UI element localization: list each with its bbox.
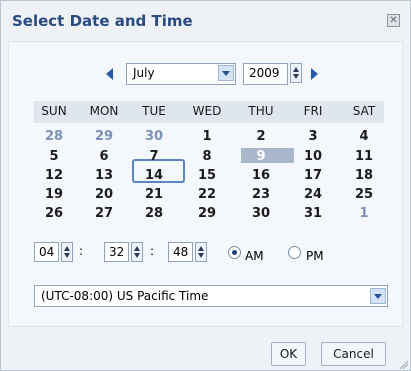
calendar-day[interactable]: 15: [184, 168, 230, 183]
second-input[interactable]: 48: [168, 242, 193, 262]
other-month-day[interactable]: 1: [341, 206, 387, 221]
resize-grip-icon[interactable]: [398, 359, 408, 369]
calendar-day[interactable]: 2: [238, 129, 284, 144]
spin-up-icon[interactable]: [134, 246, 140, 251]
calendar-day[interactable]: 14: [131, 168, 177, 183]
time-separator: :: [79, 244, 84, 258]
calendar-day[interactable]: 16: [238, 168, 284, 183]
month-select[interactable]: July: [126, 63, 236, 85]
dialog-titlebar: Select Date and Time ✕: [1, 1, 410, 41]
weekday-label: MON: [89, 104, 119, 118]
calendar-day[interactable]: 11: [341, 149, 387, 164]
calendar-day[interactable]: 4: [341, 129, 387, 144]
dialog-title: Select Date and Time: [12, 12, 193, 30]
calendar-day[interactable]: 7: [131, 149, 177, 164]
calendar-day[interactable]: 21: [131, 187, 177, 202]
hour-input[interactable]: 04: [34, 242, 59, 262]
spin-up-icon[interactable]: [198, 246, 204, 251]
calendar-day[interactable]: 13: [81, 168, 127, 183]
ok-button[interactable]: OK: [271, 342, 306, 366]
calendar-day[interactable]: 20: [81, 187, 127, 202]
calendar-day[interactable]: 22: [184, 187, 230, 202]
calendar-day[interactable]: 28: [131, 206, 177, 221]
minute-value: 32: [109, 245, 125, 259]
previous-month-icon[interactable]: [106, 68, 113, 80]
calendar-day[interactable]: 8: [184, 149, 230, 164]
timezone-dropdown-icon[interactable]: [370, 288, 386, 304]
weekday-label: WED: [192, 104, 222, 118]
calendar-day[interactable]: 24: [290, 187, 336, 202]
weekday-label: THU: [248, 104, 274, 118]
calendar-day[interactable]: 3: [290, 129, 336, 144]
weekday-label: FRI: [303, 104, 323, 118]
am-radio-dot: [232, 250, 237, 255]
minute-input[interactable]: 32: [104, 242, 129, 262]
year-input-value: 2009: [249, 66, 280, 80]
spin-down-icon[interactable]: [134, 253, 140, 258]
weekday-label: SAT: [352, 104, 376, 118]
date-time-dialog: Select Date and Time ✕ July 2009 AM PM 0…: [0, 0, 411, 371]
calendar-day[interactable]: 6: [81, 149, 127, 164]
calendar-day[interactable]: 23: [238, 187, 284, 202]
pm-radio[interactable]: [288, 246, 301, 259]
spin-down-icon[interactable]: [198, 253, 204, 258]
am-label: AM: [245, 249, 264, 263]
other-month-day[interactable]: 30: [131, 129, 177, 144]
cancel-button[interactable]: Cancel: [321, 342, 386, 366]
calendar-day[interactable]: 12: [31, 168, 77, 183]
minute-spinner[interactable]: [131, 242, 143, 262]
calendar-day[interactable]: 1: [184, 129, 230, 144]
calendar-day[interactable]: 26: [31, 206, 77, 221]
calendar-day[interactable]: 10: [290, 149, 336, 164]
calendar-day[interactable]: 31: [290, 206, 336, 221]
spin-up-icon[interactable]: [64, 246, 70, 251]
timezone-value: (UTC-08:00) US Pacific Time: [41, 289, 209, 303]
next-month-icon[interactable]: [311, 68, 318, 80]
other-month-day[interactable]: 29: [81, 129, 127, 144]
year-input[interactable]: 2009: [243, 63, 288, 85]
am-radio[interactable]: [228, 246, 241, 259]
calendar-day[interactable]: 17: [290, 168, 336, 183]
calendar-day[interactable]: 25: [341, 187, 387, 202]
spin-down-icon[interactable]: [293, 74, 299, 79]
close-icon[interactable]: ✕: [387, 14, 400, 27]
calendar-day[interactable]: 29: [184, 206, 230, 221]
calendar-day[interactable]: 27: [81, 206, 127, 221]
weekday-label: TUE: [142, 104, 166, 118]
weekday-label: SUN: [41, 104, 67, 118]
year-spinner[interactable]: [290, 63, 302, 83]
month-dropdown-icon[interactable]: [218, 65, 234, 81]
hour-value: 04: [39, 245, 55, 259]
timezone-select[interactable]: (UTC-08:00) US Pacific Time: [34, 285, 388, 307]
pm-label: PM: [306, 249, 324, 263]
spin-up-icon[interactable]: [293, 67, 299, 72]
second-value: 48: [173, 245, 189, 259]
second-spinner[interactable]: [195, 242, 207, 262]
calendar-day[interactable]: 30: [238, 206, 284, 221]
calendar-day[interactable]: 18: [341, 168, 387, 183]
calendar-day[interactable]: 5: [31, 149, 77, 164]
time-separator: :: [150, 244, 155, 258]
hour-spinner[interactable]: [61, 242, 73, 262]
month-select-value: July: [133, 66, 155, 80]
calendar-day[interactable]: 9: [238, 149, 284, 164]
spin-down-icon[interactable]: [64, 253, 70, 258]
calendar-day[interactable]: 19: [31, 187, 77, 202]
other-month-day[interactable]: 28: [31, 129, 77, 144]
